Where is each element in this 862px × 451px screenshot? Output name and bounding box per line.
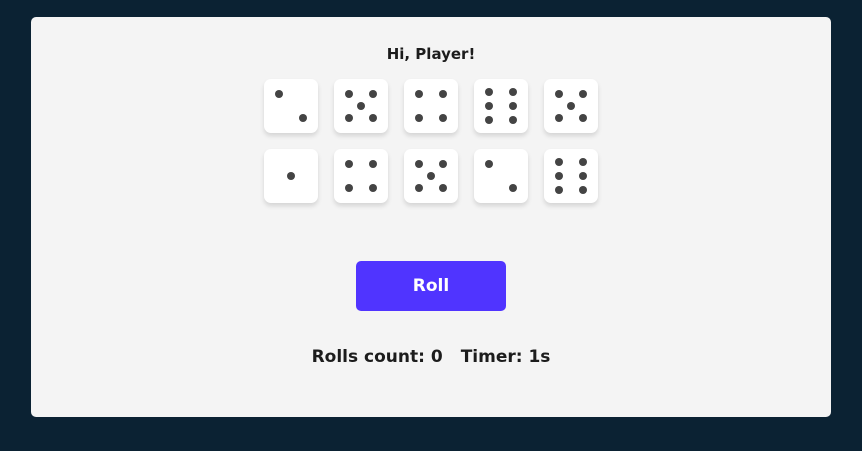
stats-bar: Rolls count: 0 Timer: 1s <box>31 347 831 367</box>
timer-label: Timer: <box>460 347 529 367</box>
die-8[interactable] <box>404 149 458 203</box>
die-pip <box>578 186 587 195</box>
die-pip <box>415 113 424 122</box>
die-pip <box>368 90 377 99</box>
die-pip <box>438 113 447 122</box>
die-pip <box>438 183 447 192</box>
die-5[interactable] <box>544 79 598 133</box>
die-pip <box>345 90 354 99</box>
die-pip <box>345 113 354 122</box>
die-pip <box>415 183 424 192</box>
die-pip <box>438 160 447 169</box>
game-card: Hi, Player! Roll Rolls count: 0 Timer: 1s <box>31 17 831 417</box>
die-pip <box>578 172 587 180</box>
die-pip <box>508 116 517 125</box>
die-2[interactable] <box>334 79 388 133</box>
die-pip <box>357 102 365 110</box>
die-pip <box>368 113 377 122</box>
rolls-count-label: Rolls count: <box>311 347 431 367</box>
die-1[interactable] <box>264 79 318 133</box>
die-pip <box>578 113 587 122</box>
die-pip <box>485 160 494 169</box>
die-pip <box>345 160 354 169</box>
die-pip <box>485 87 494 96</box>
die-pip <box>298 113 307 122</box>
die-pip <box>508 183 517 192</box>
die-pip <box>345 183 354 192</box>
timer: Timer: 1s <box>461 347 551 367</box>
die-pip <box>368 160 377 169</box>
die-pip <box>287 172 295 180</box>
die-pip <box>555 90 564 99</box>
die-pip <box>508 87 517 96</box>
die-pip <box>415 90 424 99</box>
greeting-text: Hi, Player! <box>386 45 476 63</box>
die-pip <box>485 102 494 110</box>
die-pip <box>508 102 517 110</box>
die-pip <box>438 90 447 99</box>
die-10[interactable] <box>544 149 598 203</box>
rolls-count-value: 0 <box>430 347 443 367</box>
die-7[interactable] <box>334 149 388 203</box>
die-pip <box>578 90 587 99</box>
die-9[interactable] <box>474 149 528 203</box>
die-pip <box>567 102 575 110</box>
die-pip <box>485 116 494 125</box>
die-3[interactable] <box>404 79 458 133</box>
die-6[interactable] <box>264 149 318 203</box>
die-pip <box>555 157 564 166</box>
die-pip <box>555 186 564 195</box>
die-4[interactable] <box>474 79 528 133</box>
die-pip <box>578 157 587 166</box>
die-pip <box>555 113 564 122</box>
timer-value: 1s <box>528 347 551 367</box>
die-pip <box>275 90 284 99</box>
die-pip <box>415 160 424 169</box>
die-pip <box>368 183 377 192</box>
dice-grid <box>264 79 598 203</box>
roll-button[interactable]: Roll <box>356 261 506 311</box>
die-pip <box>555 172 564 180</box>
rolls-count: Rolls count: 0 <box>312 347 443 367</box>
die-pip <box>427 172 435 180</box>
